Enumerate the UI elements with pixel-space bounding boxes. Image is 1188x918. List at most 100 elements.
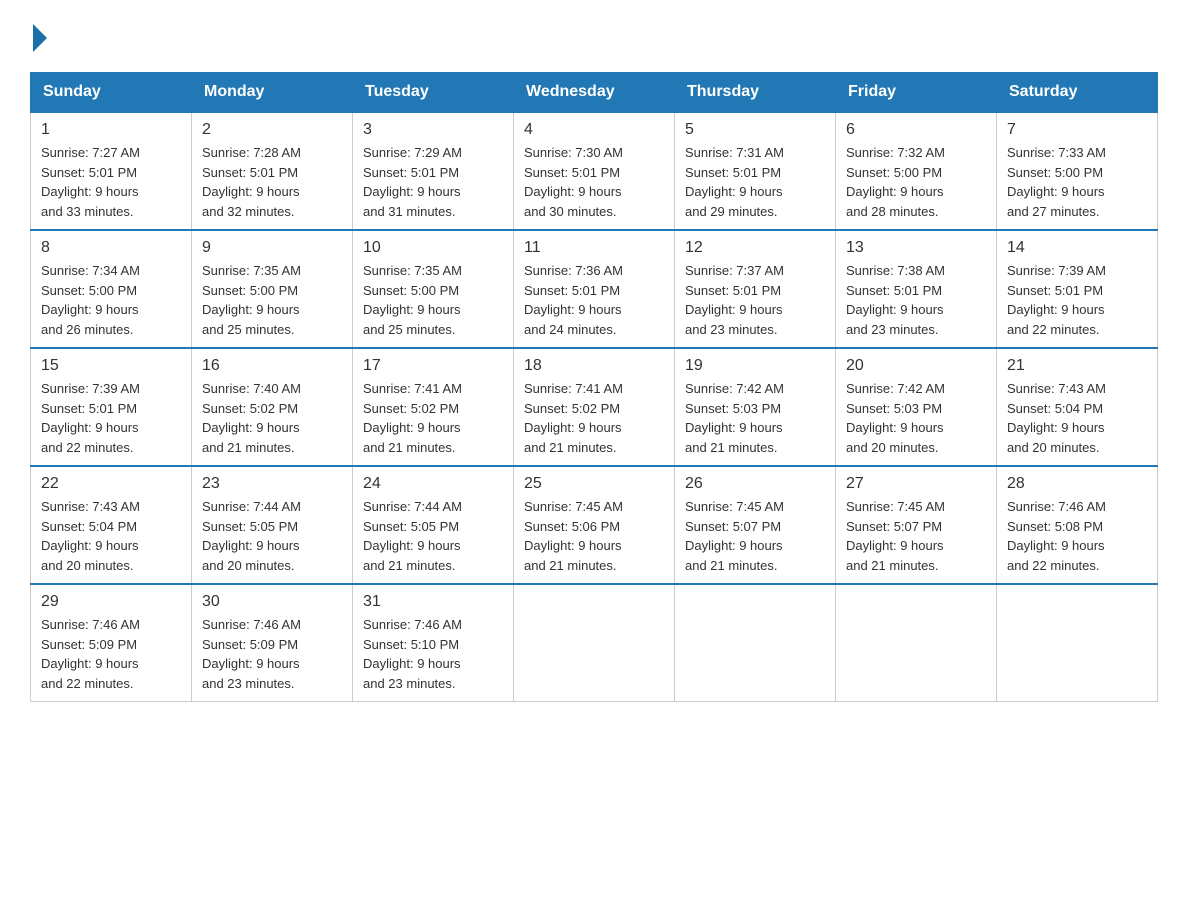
header-day-friday: Friday [836,73,997,113]
day-number: 9 [202,239,342,257]
calendar-cell: 9 Sunrise: 7:35 AM Sunset: 5:00 PM Dayli… [192,230,353,348]
day-info: Sunrise: 7:40 AM Sunset: 5:02 PM Dayligh… [202,379,342,457]
day-info: Sunrise: 7:33 AM Sunset: 5:00 PM Dayligh… [1007,143,1147,221]
day-info: Sunrise: 7:27 AM Sunset: 5:01 PM Dayligh… [41,143,181,221]
calendar-header: SundayMondayTuesdayWednesdayThursdayFrid… [31,73,1158,113]
day-number: 7 [1007,121,1147,139]
week-row-3: 15 Sunrise: 7:39 AM Sunset: 5:01 PM Dayl… [31,348,1158,466]
day-number: 15 [41,357,181,375]
header-row: SundayMondayTuesdayWednesdayThursdayFrid… [31,73,1158,113]
day-info: Sunrise: 7:43 AM Sunset: 5:04 PM Dayligh… [1007,379,1147,457]
calendar-cell: 18 Sunrise: 7:41 AM Sunset: 5:02 PM Dayl… [514,348,675,466]
calendar-body: 1 Sunrise: 7:27 AM Sunset: 5:01 PM Dayli… [31,112,1158,702]
day-info: Sunrise: 7:35 AM Sunset: 5:00 PM Dayligh… [202,261,342,339]
header-day-sunday: Sunday [31,73,192,113]
calendar-cell [675,584,836,702]
day-number: 8 [41,239,181,257]
calendar-table: SundayMondayTuesdayWednesdayThursdayFrid… [30,72,1158,702]
day-info: Sunrise: 7:46 AM Sunset: 5:10 PM Dayligh… [363,615,503,693]
day-info: Sunrise: 7:30 AM Sunset: 5:01 PM Dayligh… [524,143,664,221]
day-info: Sunrise: 7:44 AM Sunset: 5:05 PM Dayligh… [363,497,503,575]
day-number: 11 [524,239,664,257]
day-info: Sunrise: 7:31 AM Sunset: 5:01 PM Dayligh… [685,143,825,221]
day-info: Sunrise: 7:45 AM Sunset: 5:07 PM Dayligh… [685,497,825,575]
calendar-cell [997,584,1158,702]
day-number: 25 [524,475,664,493]
day-info: Sunrise: 7:43 AM Sunset: 5:04 PM Dayligh… [41,497,181,575]
day-number: 24 [363,475,503,493]
calendar-cell: 21 Sunrise: 7:43 AM Sunset: 5:04 PM Dayl… [997,348,1158,466]
calendar-cell: 26 Sunrise: 7:45 AM Sunset: 5:07 PM Dayl… [675,466,836,584]
day-info: Sunrise: 7:45 AM Sunset: 5:07 PM Dayligh… [846,497,986,575]
day-info: Sunrise: 7:34 AM Sunset: 5:00 PM Dayligh… [41,261,181,339]
day-number: 31 [363,593,503,611]
day-number: 10 [363,239,503,257]
day-info: Sunrise: 7:37 AM Sunset: 5:01 PM Dayligh… [685,261,825,339]
day-number: 23 [202,475,342,493]
logo-arrow-icon [33,24,47,52]
day-info: Sunrise: 7:39 AM Sunset: 5:01 PM Dayligh… [41,379,181,457]
week-row-5: 29 Sunrise: 7:46 AM Sunset: 5:09 PM Dayl… [31,584,1158,702]
day-number: 12 [685,239,825,257]
day-number: 1 [41,121,181,139]
header-day-monday: Monday [192,73,353,113]
day-info: Sunrise: 7:28 AM Sunset: 5:01 PM Dayligh… [202,143,342,221]
day-number: 16 [202,357,342,375]
calendar-cell: 29 Sunrise: 7:46 AM Sunset: 5:09 PM Dayl… [31,584,192,702]
day-number: 30 [202,593,342,611]
header-day-thursday: Thursday [675,73,836,113]
day-info: Sunrise: 7:36 AM Sunset: 5:01 PM Dayligh… [524,261,664,339]
day-number: 22 [41,475,181,493]
day-info: Sunrise: 7:42 AM Sunset: 5:03 PM Dayligh… [846,379,986,457]
day-number: 29 [41,593,181,611]
day-number: 6 [846,121,986,139]
header-day-tuesday: Tuesday [353,73,514,113]
day-number: 5 [685,121,825,139]
calendar-cell: 12 Sunrise: 7:37 AM Sunset: 5:01 PM Dayl… [675,230,836,348]
calendar-cell: 8 Sunrise: 7:34 AM Sunset: 5:00 PM Dayli… [31,230,192,348]
calendar-cell: 6 Sunrise: 7:32 AM Sunset: 5:00 PM Dayli… [836,112,997,230]
day-number: 13 [846,239,986,257]
week-row-2: 8 Sunrise: 7:34 AM Sunset: 5:00 PM Dayli… [31,230,1158,348]
calendar-cell: 5 Sunrise: 7:31 AM Sunset: 5:01 PM Dayli… [675,112,836,230]
page-header [30,20,1158,52]
calendar-cell: 19 Sunrise: 7:42 AM Sunset: 5:03 PM Dayl… [675,348,836,466]
calendar-cell: 25 Sunrise: 7:45 AM Sunset: 5:06 PM Dayl… [514,466,675,584]
day-info: Sunrise: 7:44 AM Sunset: 5:05 PM Dayligh… [202,497,342,575]
day-info: Sunrise: 7:35 AM Sunset: 5:00 PM Dayligh… [363,261,503,339]
calendar-cell: 2 Sunrise: 7:28 AM Sunset: 5:01 PM Dayli… [192,112,353,230]
calendar-cell: 4 Sunrise: 7:30 AM Sunset: 5:01 PM Dayli… [514,112,675,230]
header-day-saturday: Saturday [997,73,1158,113]
day-number: 26 [685,475,825,493]
day-info: Sunrise: 7:46 AM Sunset: 5:09 PM Dayligh… [202,615,342,693]
day-number: 28 [1007,475,1147,493]
calendar-cell: 10 Sunrise: 7:35 AM Sunset: 5:00 PM Dayl… [353,230,514,348]
day-info: Sunrise: 7:38 AM Sunset: 5:01 PM Dayligh… [846,261,986,339]
calendar-cell: 13 Sunrise: 7:38 AM Sunset: 5:01 PM Dayl… [836,230,997,348]
calendar-cell: 11 Sunrise: 7:36 AM Sunset: 5:01 PM Dayl… [514,230,675,348]
calendar-cell: 30 Sunrise: 7:46 AM Sunset: 5:09 PM Dayl… [192,584,353,702]
day-info: Sunrise: 7:42 AM Sunset: 5:03 PM Dayligh… [685,379,825,457]
calendar-cell [514,584,675,702]
calendar-cell: 22 Sunrise: 7:43 AM Sunset: 5:04 PM Dayl… [31,466,192,584]
day-info: Sunrise: 7:46 AM Sunset: 5:08 PM Dayligh… [1007,497,1147,575]
week-row-1: 1 Sunrise: 7:27 AM Sunset: 5:01 PM Dayli… [31,112,1158,230]
calendar-cell: 14 Sunrise: 7:39 AM Sunset: 5:01 PM Dayl… [997,230,1158,348]
calendar-cell [836,584,997,702]
day-number: 21 [1007,357,1147,375]
logo [30,20,47,52]
day-number: 19 [685,357,825,375]
day-number: 27 [846,475,986,493]
day-info: Sunrise: 7:32 AM Sunset: 5:00 PM Dayligh… [846,143,986,221]
calendar-cell: 17 Sunrise: 7:41 AM Sunset: 5:02 PM Dayl… [353,348,514,466]
calendar-cell: 1 Sunrise: 7:27 AM Sunset: 5:01 PM Dayli… [31,112,192,230]
calendar-cell: 16 Sunrise: 7:40 AM Sunset: 5:02 PM Dayl… [192,348,353,466]
day-number: 18 [524,357,664,375]
day-info: Sunrise: 7:41 AM Sunset: 5:02 PM Dayligh… [524,379,664,457]
calendar-cell: 7 Sunrise: 7:33 AM Sunset: 5:00 PM Dayli… [997,112,1158,230]
calendar-cell: 15 Sunrise: 7:39 AM Sunset: 5:01 PM Dayl… [31,348,192,466]
calendar-cell: 20 Sunrise: 7:42 AM Sunset: 5:03 PM Dayl… [836,348,997,466]
calendar-cell: 23 Sunrise: 7:44 AM Sunset: 5:05 PM Dayl… [192,466,353,584]
day-number: 20 [846,357,986,375]
day-info: Sunrise: 7:46 AM Sunset: 5:09 PM Dayligh… [41,615,181,693]
